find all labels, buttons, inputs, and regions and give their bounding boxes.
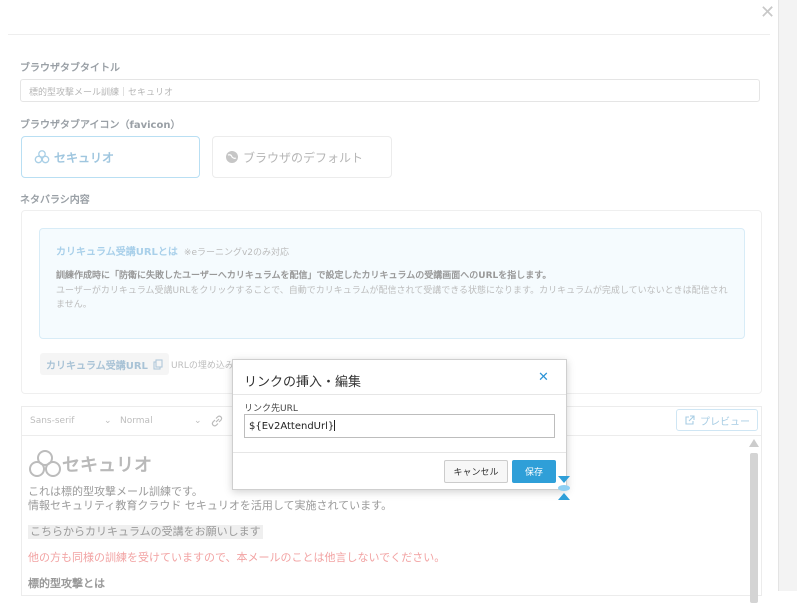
settings-page: ✕ ブラウザタブタイトル 標的型攻撃メール訓練｜セキュリオ ブラウザタブアイコン…: [0, 0, 797, 603]
info-title: カリキュラム受講URLとは ※eラーニングv2のみ対応: [56, 247, 290, 258]
background-scrollbar[interactable]: [778, 0, 797, 591]
link-edit-dialog: リンクの挿入・編集 ✕ リンク先URL ${Ev2AttendUrl} キャンセ…: [232, 359, 567, 490]
close-icon[interactable]: ✕: [538, 370, 549, 385]
favicon-option-label: ブラウザのデフォルト: [243, 150, 364, 165]
globe-icon: [226, 151, 238, 163]
tab-title-label: ブラウザタブタイトル: [20, 63, 120, 74]
preview-button[interactable]: プレビュー: [676, 409, 758, 431]
chevron-down-icon[interactable]: ⌄: [104, 416, 112, 426]
warning-line: 他の方も同様の訓練を受けていますので、本メールのことは他言しないでください。: [28, 551, 446, 564]
tab-title-input[interactable]: 標的型攻撃メール訓練｜セキュリオ: [20, 79, 760, 102]
link-icon[interactable]: [210, 414, 224, 428]
info-body-bold: 訓練作成時に「防衛に失敗したユーザーへカリキュラムを配信」で設定したカリキュラム…: [56, 271, 552, 281]
resize-handle-icon[interactable]: [556, 475, 572, 501]
divider: [233, 394, 566, 395]
securio-logo-icon: [34, 150, 50, 164]
close-icon[interactable]: ✕: [760, 4, 775, 22]
url-label: リンク先URL: [244, 404, 298, 414]
favicon-option-securio[interactable]: セキュリオ: [21, 136, 200, 178]
url-input[interactable]: ${Ev2AttendUrl}: [244, 414, 555, 438]
favicon-label: ブラウザタブアイコン（favicon）: [20, 120, 181, 131]
favicon-option-label: セキュリオ: [54, 150, 115, 165]
body-line: 情報セキュリティ教育クラウド セキュリオを活用して実施されています。: [28, 499, 393, 512]
save-button[interactable]: 保存: [512, 460, 556, 483]
curriculum-url-tag[interactable]: カリキュラム受講URL: [40, 353, 169, 375]
editor-scrollbar[interactable]: [749, 439, 759, 603]
securio-logo-icon: [29, 450, 61, 477]
curriculum-url-info: カリキュラム受講URLとは ※eラーニングv2のみ対応 訓練作成時に「防衛に失敗し…: [39, 228, 745, 339]
highlighted-link-text[interactable]: こちらからカリキュラムの受講をお願いします: [28, 525, 263, 539]
scroll-thumb[interactable]: [750, 453, 758, 603]
tag-label: カリキュラム受講URL: [46, 360, 148, 372]
heading-line: 標的型攻撃とは: [28, 577, 105, 590]
favicon-option-default[interactable]: ブラウザのデフォルト: [212, 136, 392, 178]
reveal-content-label: ネタバラシ内容: [20, 195, 90, 206]
divider: [8, 34, 770, 35]
divider: [233, 452, 566, 453]
chevron-down-icon[interactable]: ⌄: [194, 416, 202, 426]
scroll-up-icon[interactable]: [749, 439, 759, 447]
external-link-icon: [685, 414, 695, 425]
copy-icon[interactable]: [153, 358, 163, 370]
preview-label: プレビュー: [700, 416, 750, 428]
info-note: ※eラーニングv2のみ対応: [183, 248, 290, 258]
size-select[interactable]: Normal: [120, 416, 153, 426]
dialog-title: リンクの挿入・編集: [244, 375, 362, 390]
tag-description: URLの埋め込み: [171, 361, 234, 371]
logo-text: セキュリオ: [62, 455, 152, 476]
font-select[interactable]: Sans-serif: [30, 416, 74, 426]
info-body: ユーザーがカリキュラム受講URLをクリックすることで、自動でカリキュラムが配信さ…: [56, 286, 728, 310]
cancel-button[interactable]: キャンセル: [444, 460, 508, 483]
